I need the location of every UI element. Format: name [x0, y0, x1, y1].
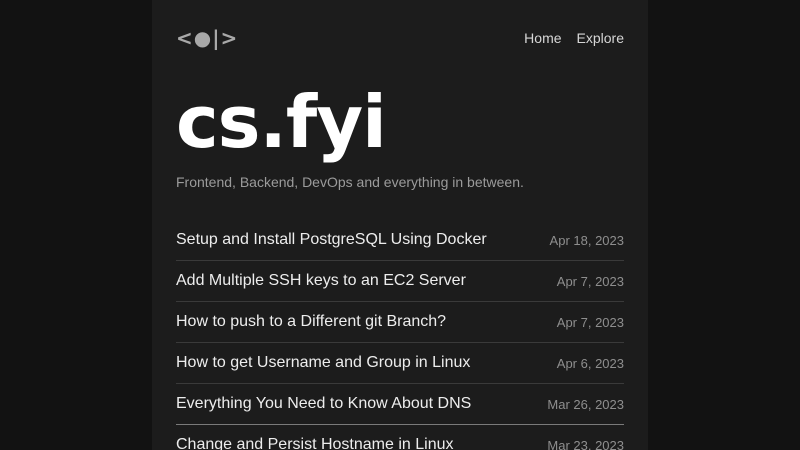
site-logo-icon[interactable]: <●|> — [176, 28, 238, 48]
post-link[interactable]: How to get Username and Group in Linux A… — [176, 343, 624, 384]
page-container: <●|> Home Explore cs.fyi Frontend, Backe… — [152, 0, 648, 450]
post-link[interactable]: Everything You Need to Know About DNS Ma… — [176, 384, 624, 425]
post-date: Apr 7, 2023 — [557, 274, 624, 289]
site-header: <●|> Home Explore — [176, 28, 624, 48]
post-date: Apr 7, 2023 — [557, 315, 624, 330]
post-link[interactable]: Change and Persist Hostname in Linux Mar… — [176, 425, 624, 450]
nav-link-explore[interactable]: Explore — [577, 30, 624, 46]
post-title: How to get Username and Group in Linux — [176, 353, 470, 373]
post-date: Apr 18, 2023 — [550, 233, 624, 248]
post-date: Apr 6, 2023 — [557, 356, 624, 371]
nav-link-home[interactable]: Home — [524, 30, 561, 46]
page-subtitle: Frontend, Backend, DevOps and everything… — [176, 174, 624, 190]
post-title: Change and Persist Hostname in Linux — [176, 435, 454, 450]
post-date: Mar 23, 2023 — [547, 438, 624, 450]
post-title: Setup and Install PostgreSQL Using Docke… — [176, 230, 487, 250]
page-title: cs.fyi — [176, 86, 624, 158]
post-link[interactable]: How to push to a Different git Branch? A… — [176, 302, 624, 343]
post-date: Mar 26, 2023 — [547, 397, 624, 412]
main-nav: Home Explore — [524, 30, 624, 46]
post-title: Add Multiple SSH keys to an EC2 Server — [176, 271, 466, 291]
post-title: Everything You Need to Know About DNS — [176, 394, 471, 414]
post-link[interactable]: Setup and Install PostgreSQL Using Docke… — [176, 220, 624, 261]
post-list: Setup and Install PostgreSQL Using Docke… — [176, 220, 624, 450]
post-link[interactable]: Add Multiple SSH keys to an EC2 Server A… — [176, 261, 624, 302]
post-title: How to push to a Different git Branch? — [176, 312, 446, 332]
